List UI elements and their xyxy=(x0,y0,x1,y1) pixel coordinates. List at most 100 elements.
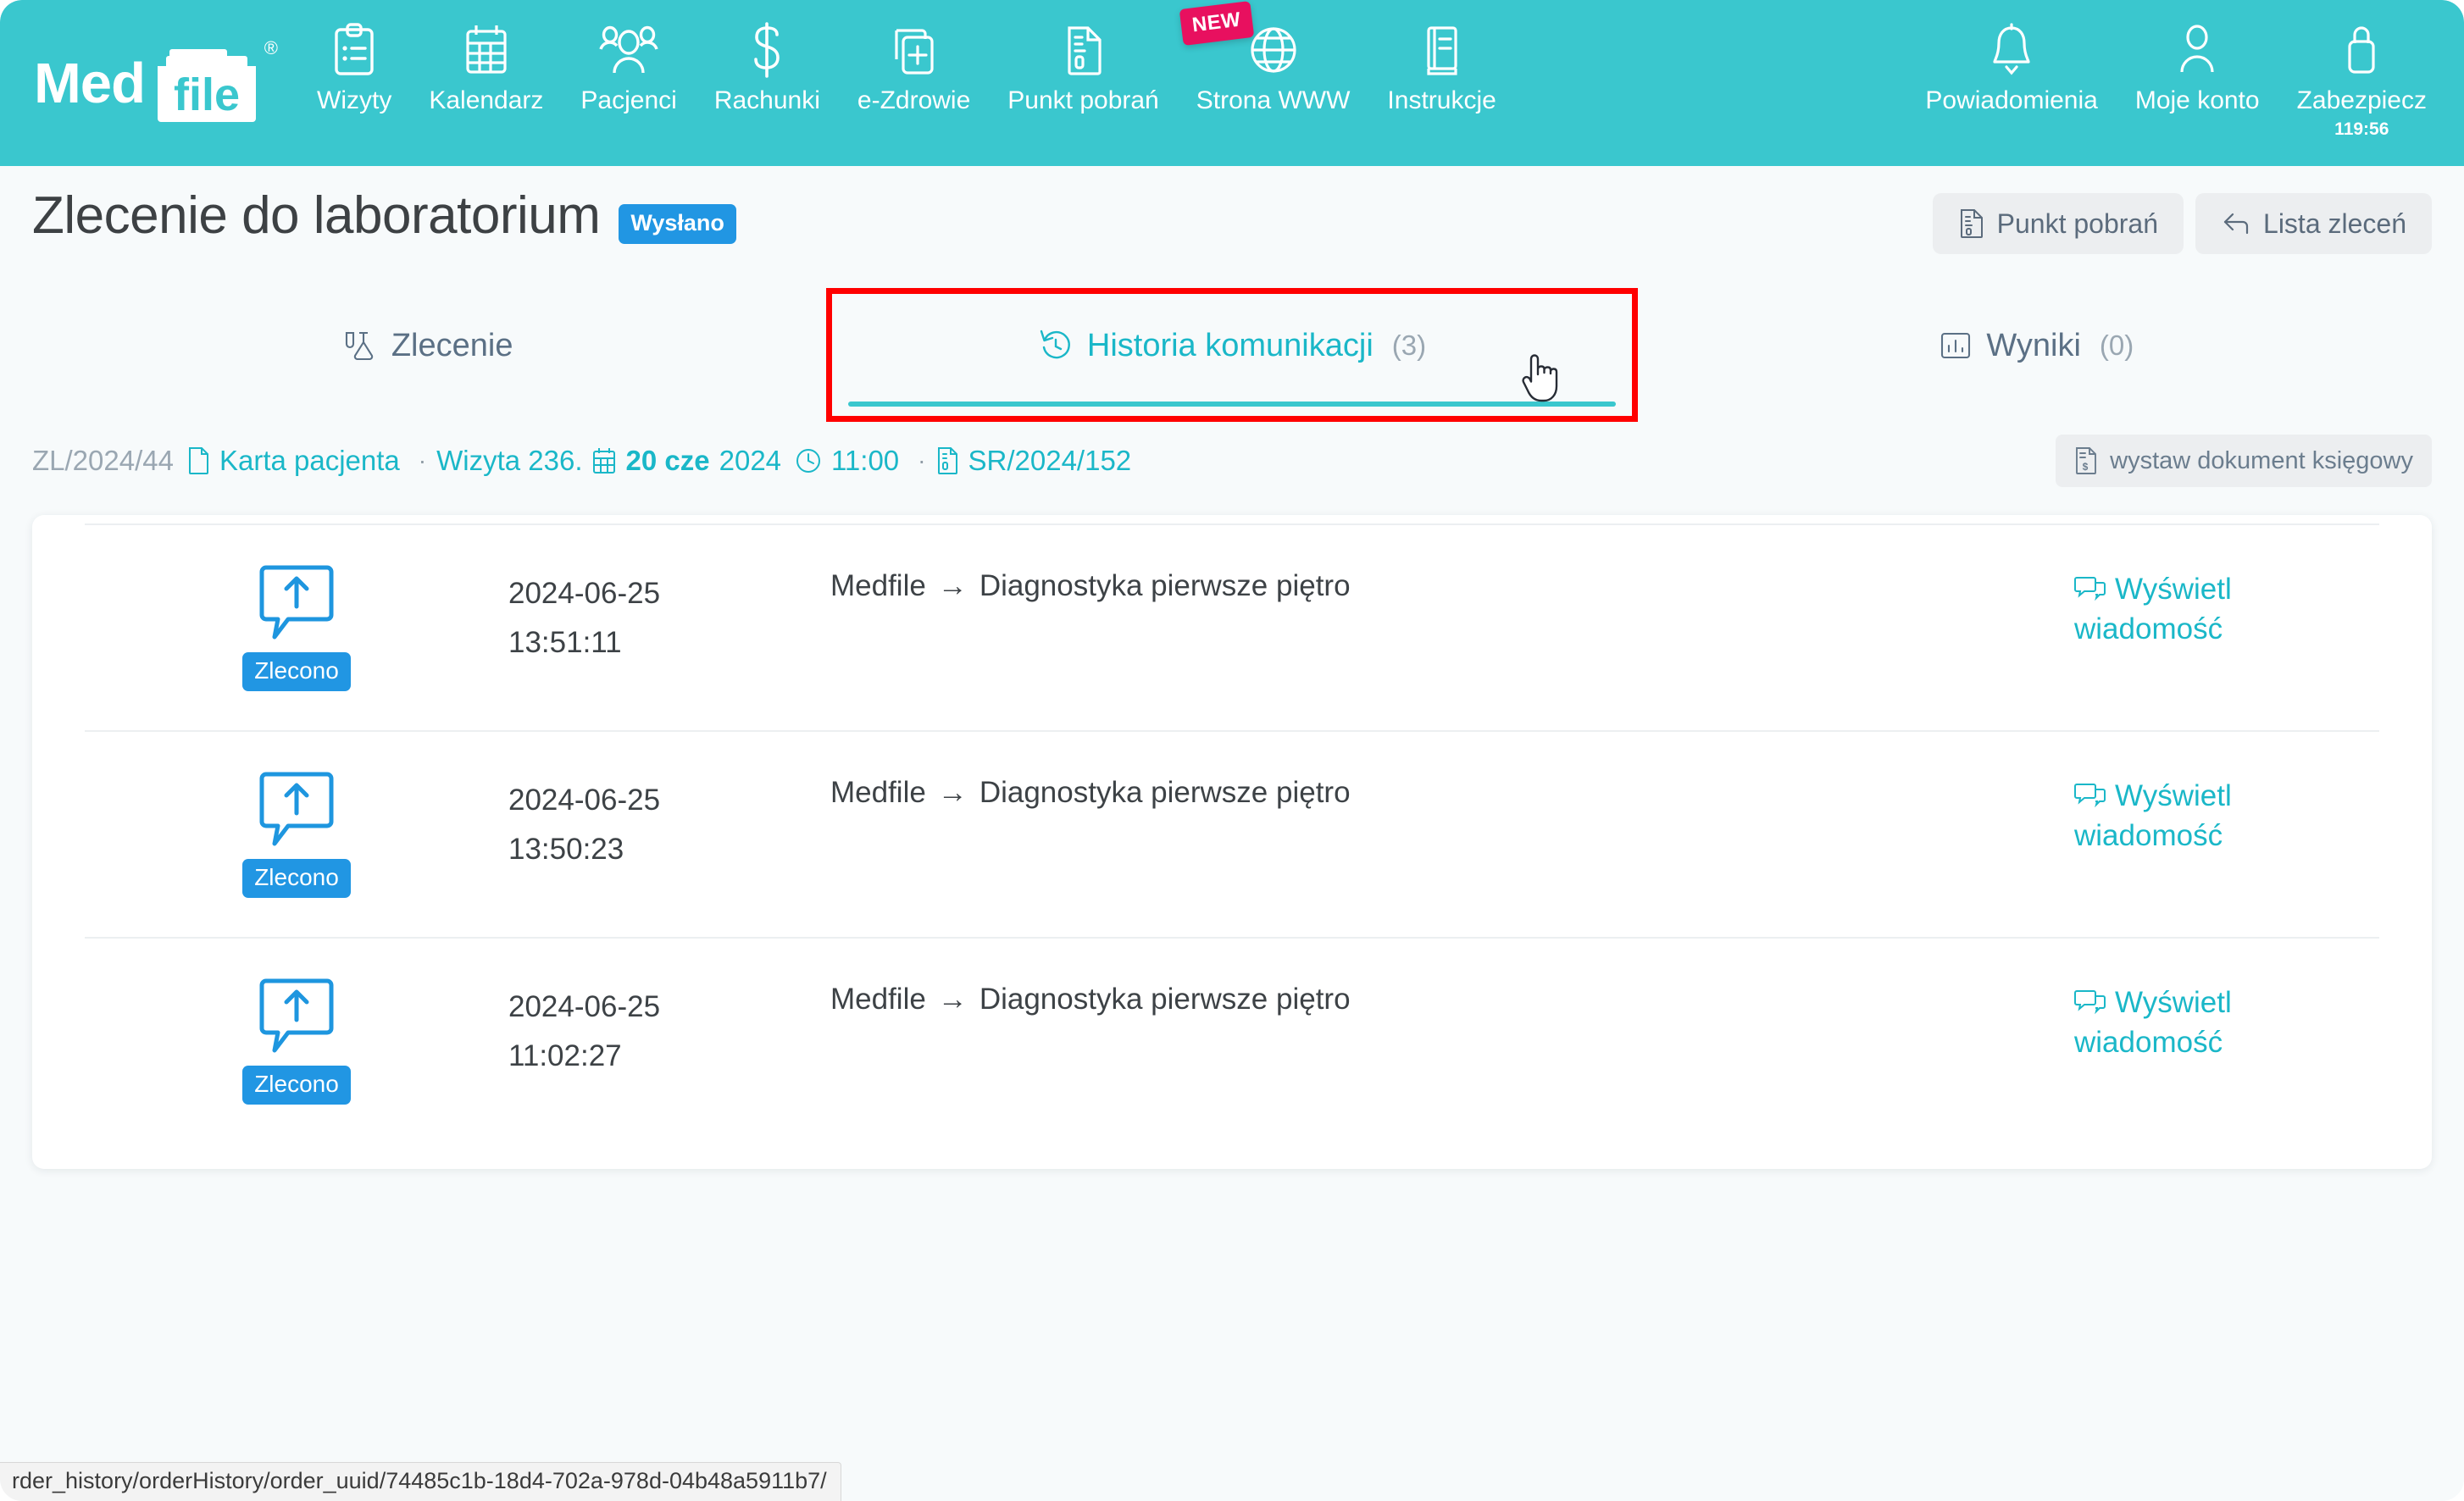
back-arrow-icon xyxy=(2221,209,2251,238)
time-label: 11:00 xyxy=(831,445,900,476)
nav-item-kalendarz[interactable]: Kalendarz xyxy=(410,0,562,114)
logo-folder-icon: file ® xyxy=(153,37,278,124)
nav-item-punkt-pobran[interactable]: Punkt pobrań xyxy=(989,0,1177,114)
nav-item-wizyty[interactable]: Wizyty xyxy=(298,0,410,114)
wyswietl-wiadomosc-link[interactable]: Wyświetl xyxy=(2074,776,2379,816)
nav-item-e-zdrowie[interactable]: e-Zdrowie xyxy=(839,0,989,114)
row-action-cell[interactable]: Wyświetl wiadomość xyxy=(2074,969,2379,1063)
history-icon xyxy=(1038,328,1074,363)
lock-icon xyxy=(2340,22,2383,78)
row-datetime-cell: 2024-06-25 13:51:11 xyxy=(508,556,830,667)
svg-text:file: file xyxy=(174,69,240,120)
visit-year: 2024 xyxy=(719,445,782,476)
tab-label: Wyniki xyxy=(1986,327,2081,363)
action-label-line2[interactable]: wiadomość xyxy=(2074,609,2379,649)
link-label: Wizyta 236. xyxy=(436,445,583,476)
document-id-label: SR/2024/152 xyxy=(968,445,1132,476)
visit-day-month: 20 cze xyxy=(625,445,710,476)
order-meta-row: ZL/2024/44 Karta pacjenta · Wizyta 236. xyxy=(0,418,2464,496)
nav-items-container: Wizyty Kalendarz Pacjenci Rachunki e-Zdr… xyxy=(298,0,2445,166)
row-date: 2024-06-25 xyxy=(508,577,661,610)
wizyta-link[interactable]: Wizyta 236. xyxy=(436,445,582,477)
nav-right-group: Powiadomienia Moje konto Zabezpiecz 119:… xyxy=(1906,0,2445,140)
status-tag: Zlecono xyxy=(242,859,351,898)
registered-mark: ® xyxy=(264,37,278,58)
nav-item-label: Wizyty xyxy=(317,86,392,114)
nav-item-moje-konto[interactable]: Moje konto xyxy=(2117,0,2278,140)
tab-count: (0) xyxy=(2099,330,2134,361)
svg-text:$: $ xyxy=(2083,461,2089,473)
meta-separator-2: · xyxy=(918,447,926,474)
message-sent-icon xyxy=(259,769,334,850)
order-id: ZL/2024/44 xyxy=(32,445,174,476)
table-row[interactable]: Zlecono 2024-06-25 11:02:27 Medfile → Di… xyxy=(85,937,2379,1144)
row-datetime-cell: 2024-06-25 11:02:27 xyxy=(508,969,830,1081)
chat-icon xyxy=(2074,575,2106,602)
tab-label: Zlecenie xyxy=(391,327,513,363)
wyswietl-wiadomosc-link[interactable]: Wyświetl xyxy=(2074,983,2379,1022)
route-to: Diagnostyka pierwsze piętro xyxy=(979,983,1351,1016)
action-label-line1: Wyświetl xyxy=(2115,573,2232,606)
users-icon xyxy=(599,22,658,78)
flask-icon xyxy=(342,328,378,363)
nav-item-label: Pacjenci xyxy=(580,86,677,114)
invoice-icon: $ xyxy=(2074,446,2098,475)
lista-zlecen-button[interactable]: Lista zleceń xyxy=(2195,193,2432,254)
action-label-line2[interactable]: wiadomość xyxy=(2074,816,2379,856)
nav-item-instrukcje[interactable]: Instrukcje xyxy=(1368,0,1514,114)
chart-icon xyxy=(1939,329,1973,363)
row-route-cell: Medfile → Diagnostyka pierwsze piętro xyxy=(830,969,2074,1016)
nav-item-label: Punkt pobrań xyxy=(1007,86,1159,114)
nav-item-label: Zabezpiecz xyxy=(2296,86,2427,114)
row-action-cell[interactable]: Wyświetl wiadomość xyxy=(2074,556,2379,650)
arrow-right-icon: → xyxy=(937,983,968,1016)
visit-date: 20 cze 2024 xyxy=(591,445,787,477)
action-label-line2[interactable]: wiadomość xyxy=(2074,1022,2379,1062)
route-from: Medfile xyxy=(830,776,926,809)
session-timer: 119:56 xyxy=(2334,119,2389,139)
file-icon xyxy=(187,446,210,475)
document-id-link[interactable]: SR/2024/152 xyxy=(936,445,1132,477)
nav-item-strona-www[interactable]: NEW Strona WWW xyxy=(1178,0,1369,114)
route-to: Diagnostyka pierwsze piętro xyxy=(979,776,1351,809)
communication-history-card: Zlecono 2024-06-25 13:51:11 Medfile → Di… xyxy=(32,515,2432,1169)
logo-text-med: Med xyxy=(34,51,146,115)
tab-zlecenie[interactable]: Zlecenie xyxy=(25,291,830,418)
karta-pacjenta-link[interactable]: Karta pacjenta xyxy=(187,445,400,477)
visit-time: 11:00 xyxy=(795,445,899,477)
top-navigation-bar: Med file ® Wizyty Kalendarz Pacjenci Rac… xyxy=(0,0,2464,166)
nav-item-powiadomienia[interactable]: Powiadomienia xyxy=(1906,0,2116,140)
row-date: 2024-06-25 xyxy=(508,784,661,817)
row-action-cell[interactable]: Wyświetl wiadomość xyxy=(2074,762,2379,856)
medical-file-icon xyxy=(890,22,939,78)
table-row[interactable]: Zlecono 2024-06-25 13:51:11 Medfile → Di… xyxy=(85,523,2379,730)
tab-historia-komunikacji[interactable]: Historia komunikacji (3) xyxy=(826,288,1638,422)
nav-item-label: e-Zdrowie xyxy=(857,86,971,114)
document-icon xyxy=(1063,22,1105,78)
page-title: Zlecenie do laboratorium xyxy=(32,186,601,245)
tab-label: Historia komunikacji xyxy=(1086,327,1374,363)
status-tag: Zlecono xyxy=(242,1066,351,1105)
table-row[interactable]: Zlecono 2024-06-25 13:50:23 Medfile → Di… xyxy=(85,730,2379,937)
nav-item-pacjenci[interactable]: Pacjenci xyxy=(562,0,695,114)
nav-item-zabezpiecz[interactable]: Zabezpiecz 119:56 xyxy=(2278,0,2445,140)
action-label-line1: Wyświetl xyxy=(2115,986,2232,1019)
medfile-logo[interactable]: Med file ® xyxy=(19,0,298,166)
button-label: Lista zleceń xyxy=(2263,208,2406,239)
message-sent-icon xyxy=(259,562,334,644)
tab-bar: Zlecenie Historia komunikacji (3) Wyniki… xyxy=(0,288,2464,422)
tab-wyniki[interactable]: Wyniki (0) xyxy=(1634,291,2439,418)
book-icon xyxy=(1421,22,1463,78)
punkt-pobran-button[interactable]: Punkt pobrań xyxy=(1932,193,2184,254)
clipboard-icon xyxy=(331,22,377,78)
wyswietl-wiadomosc-link[interactable]: Wyświetl xyxy=(2074,569,2379,609)
chat-icon xyxy=(2074,782,2106,809)
nav-item-label: Rachunki xyxy=(713,86,820,114)
nav-item-rachunki[interactable]: Rachunki xyxy=(696,0,839,114)
row-time: 13:50:23 xyxy=(508,832,624,866)
browser-window: Med file ® Wizyty Kalendarz Pacjenci Rac… xyxy=(0,0,2464,1501)
meta-right-slot: $ wystaw dokument księgowy xyxy=(2056,435,2432,487)
wystaw-dokument-ksiegowy-button[interactable]: $ wystaw dokument księgowy xyxy=(2056,435,2432,487)
nav-item-label: Strona WWW xyxy=(1196,86,1351,114)
header-actions: Punkt pobrań Lista zleceń xyxy=(1932,188,2432,254)
